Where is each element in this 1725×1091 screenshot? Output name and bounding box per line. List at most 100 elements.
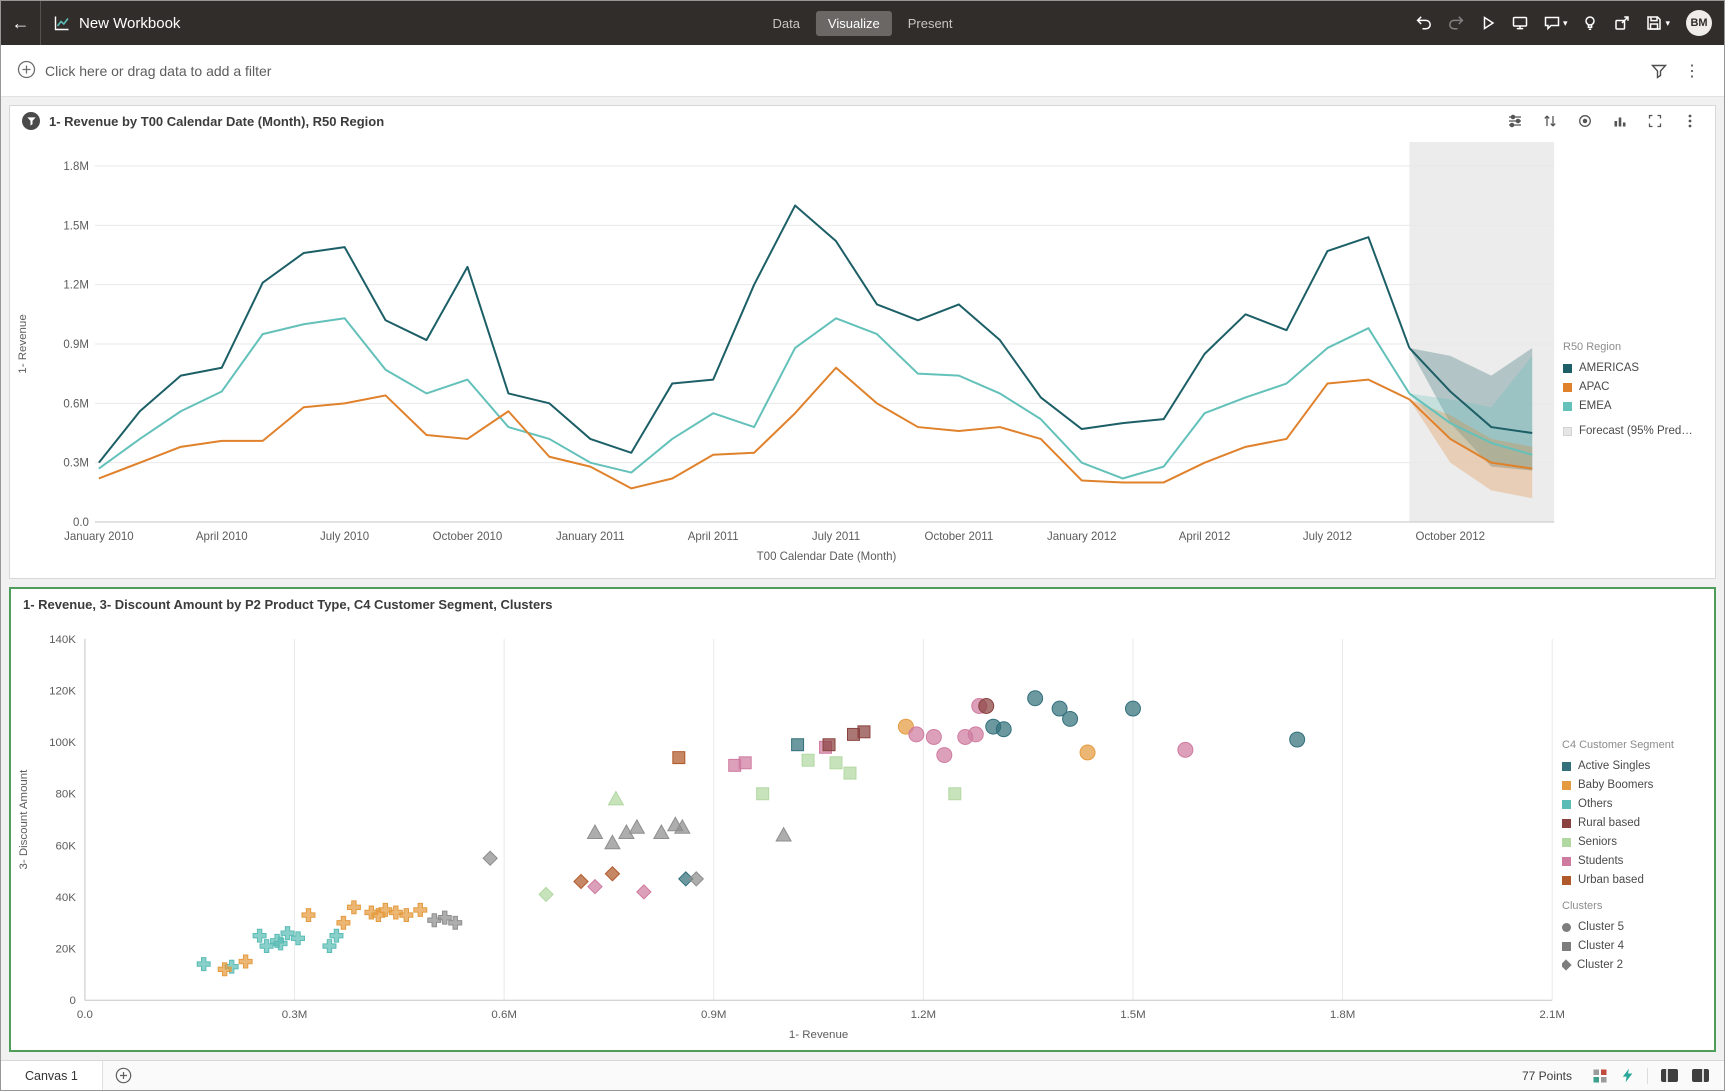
svg-text:1- Revenue: 1- Revenue [17,314,29,373]
legend-label: Forecast (95% Pred… [1579,425,1693,437]
top-bar-actions: ▾ ▾ BM [1411,1,1724,45]
svg-text:40K: 40K [55,892,76,904]
tab-data[interactable]: Data [760,11,811,36]
legend-item[interactable]: EMEA [1563,400,1705,412]
svg-text:April 2010: April 2010 [196,531,248,543]
discount-scatter-chart[interactable]: 0.00.3M0.6M0.9M1.2M1.5M1.8M2.1M020K40K60… [11,619,1714,1050]
comments-button[interactable]: ▾ [1539,10,1572,36]
gridlines: 0.00.3M0.6M0.9M1.2M1.5M1.8M2.1M020K40K60… [49,634,1565,1021]
redo-button[interactable] [1443,10,1469,36]
svg-text:140K: 140K [49,634,76,646]
cluster-shape-circle-icon [1562,923,1571,932]
legend-item[interactable]: Rural based [1562,817,1704,829]
svg-text:0.3M: 0.3M [282,1009,308,1021]
svg-text:100K: 100K [49,737,76,749]
legend-item[interactable]: AMERICAS [1563,362,1705,374]
add-canvas-button[interactable] [103,1067,144,1084]
legend-swatch [1563,364,1572,373]
svg-text:October 2010: October 2010 [433,531,503,543]
x-axis-labels: January 2010April 2010July 2010October 2… [64,531,1485,543]
canvas-tab[interactable]: Canvas 1 [1,1061,103,1090]
svg-text:0.0: 0.0 [73,517,89,529]
viz-filter-controls-icon[interactable] [1502,111,1528,131]
svg-text:0.6M: 0.6M [63,398,89,410]
present-screen-button[interactable] [1507,10,1533,36]
svg-text:1- Revenue: 1- Revenue [789,1029,848,1041]
viz-target-icon[interactable] [1572,111,1598,131]
revenue-lines[interactable] [99,206,1532,489]
legend-title: R50 Region [1563,341,1705,353]
legend-swatch [1562,876,1571,885]
line-chart-legend: R50 Region AMERICAS APAC EMEA Forecast (95… [1563,341,1705,444]
legend-label: Rural based [1578,817,1640,829]
legend-swatch [1562,857,1571,866]
layout-right-panel-icon[interactable] [1685,1064,1716,1087]
segment-legend-items: Active Singles Baby Boomers Others Rural ba… [1562,760,1704,886]
plus-circle-icon [17,60,36,82]
svg-text:April 2011: April 2011 [688,531,739,543]
legend-label: Baby Boomers [1578,779,1653,791]
filter-bar: Click here or drag data to add a filter … [1,45,1724,97]
insights-lightbulb-button[interactable] [1577,10,1603,36]
legend-item[interactable]: Students [1562,855,1704,867]
legend-item[interactable]: Active Singles [1562,760,1704,772]
top-bar: ← New Workbook Data Visualize Present [1,1,1724,45]
points-count: 77 Points [1522,1069,1572,1083]
legend-label: Cluster 4 [1578,940,1624,952]
canvas-grid-icon[interactable] [1586,1065,1614,1087]
scatter-legend: C4 Customer Segment Active SinglesBaby B… [1562,739,1704,978]
legend-item[interactable]: Cluster 4 [1562,940,1704,952]
legend-item[interactable]: Seniors [1562,836,1704,848]
scatter-panel[interactable]: 1- Revenue, 3- Discount Amount by P2 Pro… [9,587,1716,1052]
svg-text:0.6M: 0.6M [491,1009,517,1021]
svg-text:July 2010: July 2010 [320,531,369,543]
legend-label: EMEA [1579,400,1612,412]
undo-button[interactable] [1411,10,1437,36]
legend-label: Active Singles [1578,760,1650,772]
svg-text:January 2011: January 2011 [556,531,625,543]
legend-item[interactable]: Cluster 2 [1562,959,1704,971]
revenue-line-chart[interactable]: 1.8M1.5M1.2M0.9M0.6M0.3M0.0January 2010A… [10,136,1715,578]
line-chart-area[interactable]: 1.8M1.5M1.2M0.9M0.6M0.3M0.0January 2010A… [10,136,1715,578]
legend-swatch [1562,762,1571,771]
scatter-chart-area[interactable]: 0.00.3M0.6M0.9M1.2M1.5M1.8M2.1M020K40K60… [11,619,1714,1050]
legend-item[interactable]: Others [1562,798,1704,810]
cluster-shape-diamond-icon [1562,959,1572,970]
svg-text:1.5M: 1.5M [1120,1009,1146,1021]
viz-menu-kebab-icon[interactable] [1677,111,1703,131]
svg-text:120K: 120K [49,686,76,698]
scatter-points[interactable] [197,691,1304,976]
layout-left-panel-icon[interactable] [1654,1064,1685,1087]
export-button[interactable] [1609,10,1635,36]
add-filter-button[interactable]: Click here or drag data to add a filter [17,60,271,82]
legend-item[interactable]: APAC [1563,381,1705,393]
svg-text:1.8M: 1.8M [63,161,89,173]
run-play-button[interactable] [1475,10,1501,36]
tab-present[interactable]: Present [896,11,965,36]
line-chart-panel[interactable]: 1- Revenue by T00 Calendar Date (Month),… [9,105,1716,579]
clusters-legend: Clusters Cluster 5Cluster 4Cluster 2 [1562,900,1704,971]
legend-swatch [1563,427,1572,436]
svg-text:3- Discount Amount: 3- Discount Amount [18,769,30,870]
viz-sort-icon[interactable] [1537,111,1563,131]
svg-text:0: 0 [70,995,76,1007]
legend-item[interactable]: Cluster 5 [1562,921,1704,933]
tab-visualize[interactable]: Visualize [816,11,892,36]
viz-maximize-icon[interactable] [1642,111,1668,131]
svg-text:July 2012: July 2012 [1303,531,1352,543]
refresh-lightning-icon[interactable] [1614,1065,1641,1086]
back-button[interactable]: ← [1,1,41,45]
filter-bar-menu-kebab-icon[interactable]: ⋮ [1676,57,1708,85]
legend-label: AMERICAS [1579,362,1639,374]
active-filter-badge[interactable] [22,112,40,130]
legend-item[interactable]: Forecast (95% Pred… [1563,425,1705,437]
legend-label: APAC [1579,381,1609,393]
filter-settings-icon[interactable] [1642,58,1676,84]
filter-prompt: Click here or drag data to add a filter [45,63,271,79]
user-avatar[interactable]: BM [1686,10,1712,36]
legend-item[interactable]: Urban based [1562,874,1704,886]
save-button[interactable]: ▾ [1641,10,1674,36]
view-tabs: Data Visualize Present [760,1,964,45]
viz-analytics-icon[interactable] [1607,111,1633,131]
legend-item[interactable]: Baby Boomers [1562,779,1704,791]
